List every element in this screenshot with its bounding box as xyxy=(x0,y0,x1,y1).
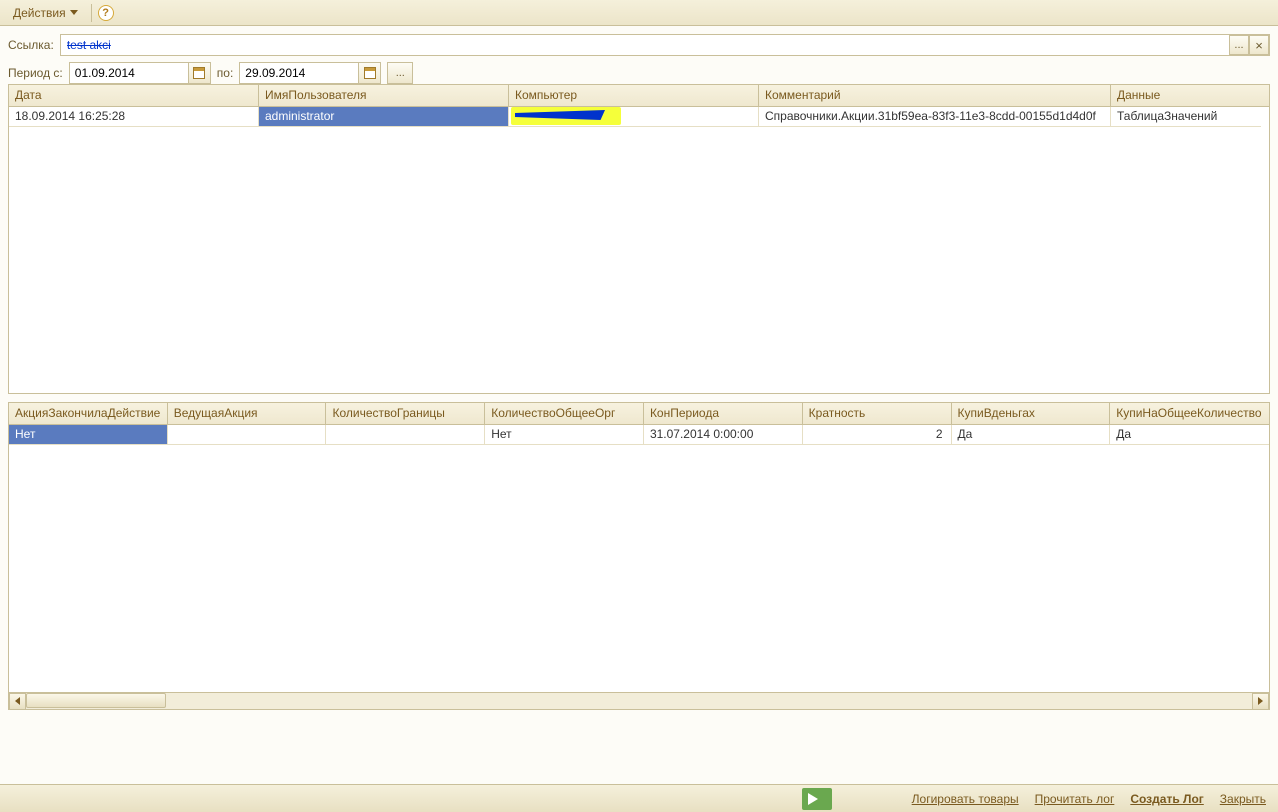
help-icon[interactable]: ? xyxy=(98,5,114,21)
log-grid: Дата ИмяПользователя Компьютер Комментар… xyxy=(8,84,1270,394)
toolbar-separator xyxy=(91,4,92,22)
scroll-left-button[interactable] xyxy=(9,693,26,710)
cell-data: ТаблицаЗначений xyxy=(1111,107,1261,127)
cell-computer xyxy=(509,107,759,127)
date-from-group xyxy=(69,62,211,84)
col2-2[interactable]: КоличествоГраницы xyxy=(326,403,485,424)
detail-grid-body: Нет Нет 31.07.2014 0:00:00 2 Да Да xyxy=(9,425,1269,692)
col2-3[interactable]: КоличествоОбщееОрг xyxy=(485,403,644,424)
detail-grid-header: АкцияЗакончилаДействие ВедущаяАкция Коли… xyxy=(9,403,1269,425)
cell2-0: Нет xyxy=(9,425,168,445)
actions-menu-label: Действия xyxy=(13,6,66,20)
log-goods-link[interactable]: Логировать товары xyxy=(912,792,1019,806)
col-comment[interactable]: Комментарий xyxy=(759,85,1111,106)
redaction-highlight xyxy=(515,109,605,123)
date-to-input[interactable] xyxy=(239,62,359,84)
period-from-label: Период с: xyxy=(8,66,63,80)
scroll-right-button[interactable] xyxy=(1252,693,1269,710)
cell-date: 18.09.2014 16:25:28 xyxy=(9,107,259,127)
detail-grid: АкцияЗакончилаДействие ВедущаяАкция Коли… xyxy=(8,402,1270,710)
cell2-3: Нет xyxy=(485,425,644,445)
date-from-input[interactable] xyxy=(69,62,189,84)
col2-7[interactable]: КупиНаОбщееКоличество xyxy=(1110,403,1269,424)
col-data[interactable]: Данные xyxy=(1111,85,1261,106)
col2-0[interactable]: АкцияЗакончилаДействие xyxy=(9,403,168,424)
spacer xyxy=(0,710,1278,784)
col-computer[interactable]: Компьютер xyxy=(509,85,759,106)
read-log-link[interactable]: Прочитать лог xyxy=(1035,792,1115,806)
col2-1[interactable]: ВедущаяАкция xyxy=(168,403,327,424)
play-icon[interactable] xyxy=(802,788,832,810)
link-more-button[interactable]: ... xyxy=(1229,35,1249,55)
close-link[interactable]: Закрыть xyxy=(1220,792,1266,806)
cell2-5: 2 xyxy=(803,425,952,445)
link-input[interactable] xyxy=(61,38,1229,52)
link-input-wrap: ... × xyxy=(60,34,1270,56)
chevron-down-icon xyxy=(70,10,78,15)
bottom-bar: Логировать товары Прочитать лог Создать … xyxy=(0,784,1278,812)
cell2-4: 31.07.2014 0:00:00 xyxy=(644,425,803,445)
cell-comment: Справочники.Акции.31bf59ea-83f3-11e3-8cd… xyxy=(759,107,1111,127)
chevron-right-icon xyxy=(1258,697,1263,705)
period-to-label: по: xyxy=(217,66,234,80)
cell2-7: Да xyxy=(1110,425,1269,445)
create-log-link[interactable]: Создать Лог xyxy=(1130,792,1203,806)
scroll-thumb[interactable] xyxy=(26,693,166,708)
col2-6[interactable]: КупиВденьгах xyxy=(952,403,1111,424)
link-label: Ссылка: xyxy=(8,38,54,52)
date-to-calendar-button[interactable] xyxy=(359,62,381,84)
cell2-6: Да xyxy=(952,425,1111,445)
table-row[interactable]: 18.09.2014 16:25:28 administrator Справо… xyxy=(9,107,1269,127)
log-grid-header: Дата ИмяПользователя Компьютер Комментар… xyxy=(9,85,1269,107)
period-more-button[interactable]: ... xyxy=(387,62,413,84)
link-clear-button[interactable]: × xyxy=(1249,35,1269,55)
period-row: Период с: по: ... xyxy=(8,62,1270,84)
cell2-2 xyxy=(326,425,485,445)
calendar-icon xyxy=(193,67,205,79)
link-row: Ссылка: ... × xyxy=(8,34,1270,56)
chevron-left-icon xyxy=(15,697,20,705)
table-row[interactable]: Нет Нет 31.07.2014 0:00:00 2 Да Да xyxy=(9,425,1269,445)
cell-user: administrator xyxy=(259,107,509,127)
col-date[interactable]: Дата xyxy=(9,85,259,106)
scroll-track[interactable] xyxy=(26,693,1252,710)
date-to-group xyxy=(239,62,381,84)
cell2-1 xyxy=(168,425,327,445)
col2-4[interactable]: КонПериода xyxy=(644,403,803,424)
col-user[interactable]: ИмяПользователя xyxy=(259,85,509,106)
horizontal-scrollbar[interactable] xyxy=(9,692,1269,709)
calendar-icon xyxy=(364,67,376,79)
actions-menu-button[interactable]: Действия xyxy=(6,3,85,23)
date-from-calendar-button[interactable] xyxy=(189,62,211,84)
col2-5[interactable]: Кратность xyxy=(803,403,952,424)
log-grid-body: 18.09.2014 16:25:28 administrator Справо… xyxy=(9,107,1269,127)
main-toolbar: Действия ? xyxy=(0,0,1278,26)
